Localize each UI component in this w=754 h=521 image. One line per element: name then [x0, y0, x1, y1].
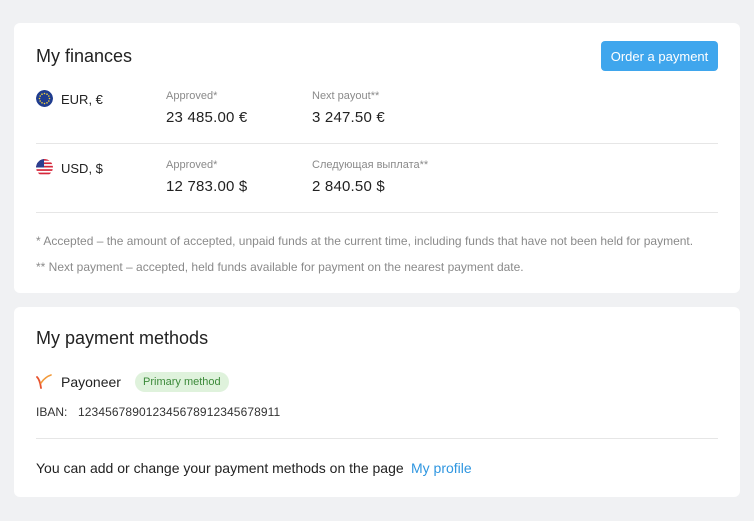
- payment-methods-title: My payment methods: [36, 328, 209, 348]
- approved-value: 12 783.00 $: [166, 178, 248, 195]
- next-payment-footnote: ** Next payment – accepted, held funds a…: [36, 260, 524, 274]
- next-payout-label: Следующая выплата**: [312, 159, 429, 171]
- approved-value: 23 485.00 €: [166, 109, 248, 126]
- currency-name: EUR, €: [61, 92, 103, 107]
- next-payout-value: 2 840.50 $: [312, 178, 385, 195]
- finances-card: My finances Order a payment EUR, € Appro…: [14, 23, 740, 293]
- primary-method-badge: Primary method: [135, 372, 229, 392]
- accepted-footnote: * Accepted – the amount of accepted, unp…: [36, 234, 694, 248]
- payment-methods-hint: You can add or change your payment metho…: [36, 460, 404, 476]
- payment-methods-card: My payment methods Payoneer Primary meth…: [14, 307, 740, 497]
- currency-row-eur: EUR, € Approved* 23 485.00 € Next payout…: [36, 76, 718, 146]
- my-profile-link[interactable]: My profile: [411, 460, 472, 476]
- divider: [36, 143, 718, 144]
- us-flag-icon: [36, 159, 53, 176]
- payoneer-logo-icon: [36, 374, 52, 390]
- currency-row-usd: USD, $ Approved* 12 783.00 $ Следующая в…: [36, 145, 718, 215]
- eu-flag-icon: [36, 90, 53, 107]
- approved-label: Approved*: [166, 90, 218, 102]
- currency-name: USD, $: [61, 161, 103, 176]
- order-payment-button[interactable]: Order a payment: [601, 41, 718, 71]
- divider: [36, 212, 718, 213]
- iban-label: IBAN:: [36, 405, 68, 419]
- next-payout-label: Next payout**: [312, 90, 380, 102]
- finances-title: My finances: [36, 46, 133, 66]
- next-payout-value: 3 247.50 €: [312, 109, 385, 126]
- payment-provider-name: Payoneer: [61, 374, 121, 390]
- iban-value: 123456789012345678912345678911: [78, 405, 281, 419]
- divider: [36, 438, 718, 439]
- approved-label: Approved*: [166, 159, 218, 171]
